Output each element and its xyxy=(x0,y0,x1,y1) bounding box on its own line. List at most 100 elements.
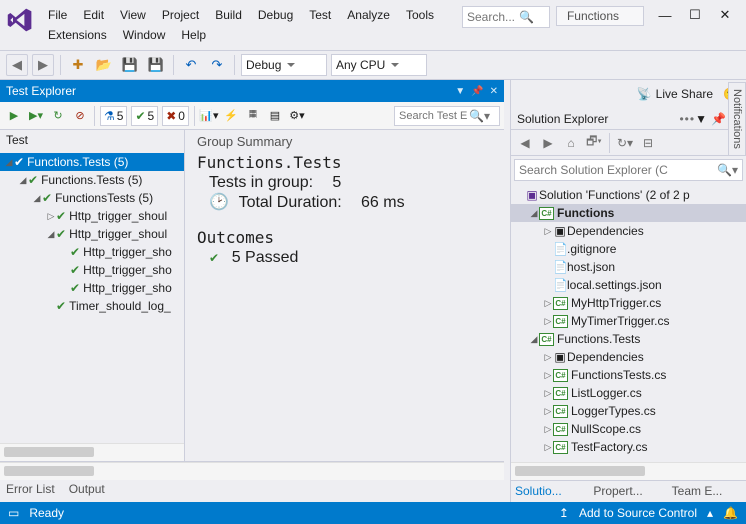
expander-icon[interactable]: ▷ xyxy=(543,298,553,309)
add-to-source-control[interactable]: Add to Source Control xyxy=(579,506,697,520)
test-node[interactable]: ◢✔Functions.Tests (5) xyxy=(0,153,184,171)
menu-debug[interactable]: Debug xyxy=(250,5,301,25)
solution-node[interactable]: ▷C#TestFactory.cs xyxy=(511,438,746,456)
global-search-input[interactable] xyxy=(467,10,519,24)
test-node[interactable]: ✔Http_trigger_sho xyxy=(0,279,184,297)
solution-search-input[interactable] xyxy=(519,163,717,177)
solution-node[interactable]: 📄.gitignore xyxy=(511,240,746,258)
live-share-button[interactable]: 📡Live Share xyxy=(637,87,713,101)
global-search[interactable]: 🔍 xyxy=(462,6,550,28)
test-node[interactable]: ✔Http_trigger_sho xyxy=(0,261,184,279)
expander-icon[interactable]: ◢ xyxy=(529,208,539,219)
solution-node[interactable]: ▷▣Dependencies xyxy=(511,222,746,240)
solution-node[interactable]: 📄local.settings.json xyxy=(511,276,746,294)
run-button[interactable]: ▶▾ xyxy=(26,106,46,126)
tab-output[interactable]: Output xyxy=(69,482,105,496)
test-node[interactable]: ◢✔FunctionsTests (5) xyxy=(0,189,184,207)
solution-node[interactable]: ◢C#Functions xyxy=(511,204,746,222)
solution-explorer-titlebar[interactable]: Solution Explorer ••• ▼ 📌 ✕ xyxy=(511,108,746,130)
expander-icon[interactable]: ▷ xyxy=(543,316,553,327)
dropdown-icon[interactable]: ▼ xyxy=(455,86,465,97)
expander-icon[interactable]: ▷ xyxy=(543,406,553,417)
menu-file[interactable]: File xyxy=(40,5,75,25)
run-all-button[interactable]: ▶ xyxy=(4,106,24,126)
pin-icon[interactable]: 📌 xyxy=(711,112,726,126)
expander-icon[interactable]: ▷ xyxy=(543,424,553,435)
sync-icon[interactable]: 🗗▾ xyxy=(584,133,604,153)
solution-search[interactable]: 🔍▾ xyxy=(514,159,743,181)
solution-node[interactable]: ◢C#Functions.Tests xyxy=(511,330,746,348)
solution-node[interactable]: ▷C#NullScope.cs xyxy=(511,420,746,438)
expander-icon[interactable]: ▷ xyxy=(543,226,553,237)
horizontal-scrollbar[interactable] xyxy=(511,462,746,480)
menu-project[interactable]: Project xyxy=(154,5,207,25)
view-icon[interactable]: 📊▾ xyxy=(199,106,219,126)
menu-edit[interactable]: Edit xyxy=(75,5,112,25)
new-project-icon[interactable]: ✚ xyxy=(67,54,89,76)
pin-icon[interactable]: 📌 xyxy=(471,86,483,97)
close-button[interactable]: ✕ xyxy=(710,4,740,26)
notifications-tab[interactable]: Notifications xyxy=(728,82,746,156)
test-node[interactable]: ◢✔Http_trigger_shoul xyxy=(0,225,184,243)
filter-icon[interactable]: ⚡ xyxy=(221,106,241,126)
overflow-icon[interactable]: ••• xyxy=(679,112,695,126)
platform-dropdown[interactable]: Any CPU xyxy=(331,54,427,76)
solution-name[interactable]: Functions xyxy=(556,6,644,26)
repeat-button[interactable]: ↻ xyxy=(48,106,68,126)
expander-icon[interactable]: ◢ xyxy=(529,334,539,345)
solution-node[interactable]: ▣Solution 'Functions' (2 of 2 p xyxy=(511,186,746,204)
test-node[interactable]: ◢✔Functions.Tests (5) xyxy=(0,171,184,189)
passed-count[interactable]: ✔5 xyxy=(131,106,158,126)
publish-icon[interactable]: ↥ xyxy=(559,506,569,520)
solution-node[interactable]: ▷C#ListLogger.cs xyxy=(511,384,746,402)
expander-icon[interactable]: ▷ xyxy=(543,442,553,453)
home-icon[interactable]: ⌂ xyxy=(561,133,581,153)
open-icon[interactable]: 📂 xyxy=(93,54,115,76)
tab-error-list[interactable]: Error List xyxy=(6,482,55,496)
failed-count[interactable]: ✖0 xyxy=(162,106,189,126)
back-icon[interactable]: ◀ xyxy=(515,133,535,153)
total-tests-count[interactable]: ⚗5 xyxy=(100,106,127,126)
dropdown-icon[interactable]: ▼ xyxy=(695,112,707,126)
tree-header[interactable]: Test xyxy=(0,130,184,151)
nav-back-button[interactable]: ◀ xyxy=(6,54,28,76)
expander-icon[interactable]: ◢ xyxy=(18,175,28,186)
show-all-icon[interactable]: ⊟ xyxy=(638,133,658,153)
test-node[interactable]: ✔Timer_should_log_ xyxy=(0,297,184,315)
save-all-icon[interactable]: 💾 xyxy=(145,54,167,76)
minimize-button[interactable]: ― xyxy=(650,4,680,26)
test-search[interactable]: 🔍▾ xyxy=(394,106,500,126)
menu-view[interactable]: View xyxy=(112,5,154,25)
test-node[interactable]: ▷✔Http_trigger_shoul xyxy=(0,207,184,225)
expander-icon[interactable]: ◢ xyxy=(46,229,56,240)
tab-team-explorer[interactable]: Team E... xyxy=(668,481,746,502)
nav-forward-button[interactable]: ▶ xyxy=(32,54,54,76)
solution-node[interactable]: 📄host.json xyxy=(511,258,746,276)
cancel-button[interactable]: ⊘ xyxy=(70,106,90,126)
columns-icon[interactable]: ▤ xyxy=(265,106,285,126)
menu-build[interactable]: Build xyxy=(207,5,250,25)
chevron-up-icon[interactable]: ▴ xyxy=(707,506,713,520)
config-dropdown[interactable]: Debug xyxy=(241,54,327,76)
group-icon[interactable]: 𝄜 xyxy=(243,106,263,126)
save-icon[interactable]: 💾 xyxy=(119,54,141,76)
close-icon[interactable]: ✕ xyxy=(490,86,498,97)
solution-node[interactable]: ▷C#MyTimerTrigger.cs xyxy=(511,312,746,330)
undo-icon[interactable]: ↶ xyxy=(180,54,202,76)
solution-node[interactable]: ▷C#FunctionsTests.cs xyxy=(511,366,746,384)
solution-node[interactable]: ▷C#MyHttpTrigger.cs xyxy=(511,294,746,312)
test-explorer-titlebar[interactable]: Test Explorer ▼ 📌 ✕ xyxy=(0,80,504,102)
expander-icon[interactable]: ▷ xyxy=(543,352,553,363)
solution-node[interactable]: ▷▣Dependencies xyxy=(511,348,746,366)
redo-icon[interactable]: ↷ xyxy=(206,54,228,76)
menu-extensions[interactable]: Extensions xyxy=(40,25,115,45)
expander-icon[interactable]: ▷ xyxy=(543,370,553,381)
solution-node[interactable]: ▷C#LoggerTypes.cs xyxy=(511,402,746,420)
tab-properties[interactable]: Propert... xyxy=(589,481,667,502)
test-search-input[interactable] xyxy=(399,110,469,122)
menu-help[interactable]: Help xyxy=(173,25,214,45)
maximize-button[interactable]: ☐ xyxy=(680,4,710,26)
menu-test[interactable]: Test xyxy=(301,5,339,25)
settings-icon[interactable]: ⚙▾ xyxy=(287,106,307,126)
horizontal-scrollbar[interactable] xyxy=(0,462,504,480)
